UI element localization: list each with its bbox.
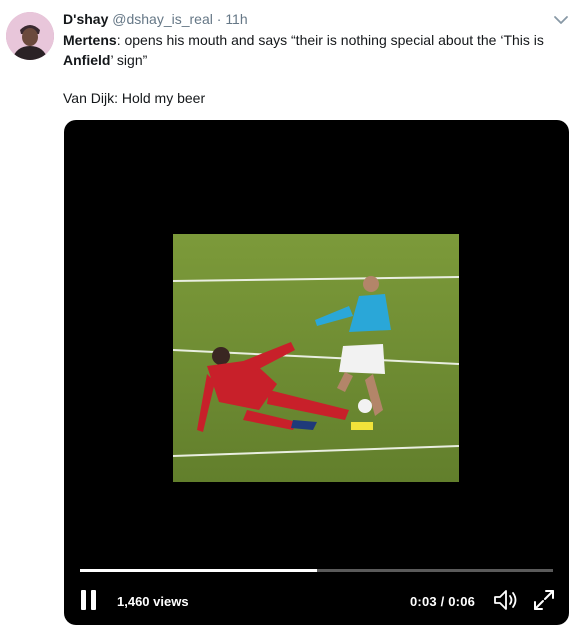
author-name[interactable]: D'shay — [63, 11, 108, 27]
separator: · — [216, 11, 222, 27]
video-thumbnail — [173, 234, 459, 482]
tweet-line-1: Mertens: opens his mouth and says “their… — [63, 31, 563, 70]
video-controls: 1,460 views 0:03 / 0:06 — [64, 582, 569, 618]
view-count: 1,460 views — [117, 594, 189, 609]
emphasis-anfield: Anfield — [63, 51, 111, 68]
progress-bar[interactable] — [80, 569, 553, 572]
video-player[interactable]: 1,460 views 0:03 / 0:06 — [64, 120, 569, 625]
tweet-text: Mertens: opens his mouth and says “their… — [63, 31, 563, 109]
tweet[interactable]: D'shay @dshay_is_real · 11h Mertens: ope… — [0, 0, 577, 633]
fullscreen-icon[interactable] — [532, 588, 556, 612]
pause-icon[interactable] — [79, 590, 99, 612]
tweet-line-2: Van Dijk: Hold my beer — [63, 90, 206, 106]
mention-mertens: Mertens — [63, 32, 117, 48]
progress-fill — [80, 569, 317, 572]
author-handle[interactable]: @dshay_is_real — [112, 11, 213, 27]
avatar-image — [6, 12, 54, 60]
tweet-header: D'shay @dshay_is_real · 11h — [63, 10, 248, 28]
video-frame[interactable] — [173, 234, 459, 482]
avatar[interactable] — [6, 12, 54, 60]
tweet-line-1-end: ’ sign” — [110, 51, 148, 68]
timecode: 0:03 / 0:06 — [410, 594, 476, 609]
tweet-line-1-body: : opens his mouth and says “their is not… — [116, 32, 544, 48]
volume-icon[interactable] — [492, 588, 520, 612]
chevron-down-icon[interactable] — [553, 12, 569, 28]
tweet-timestamp[interactable]: 11h — [225, 11, 247, 27]
